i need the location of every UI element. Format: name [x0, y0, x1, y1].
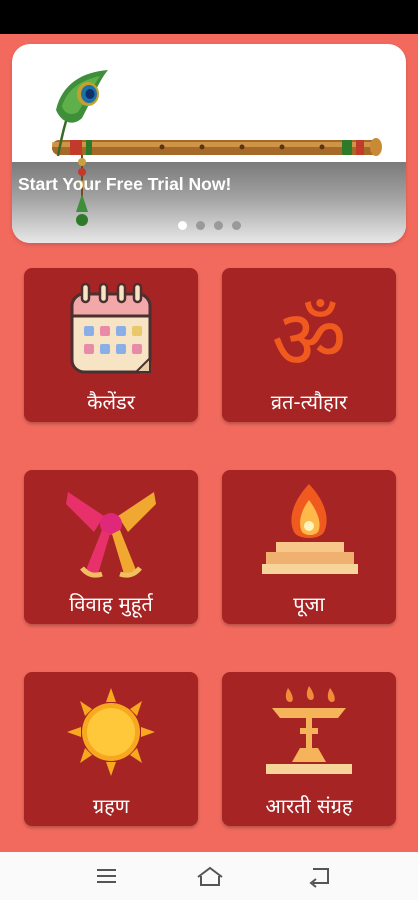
flute-peacock-feather-icon — [52, 70, 382, 226]
tile-calendar[interactable]: कैलेंडर — [24, 268, 198, 422]
back-icon[interactable] — [304, 864, 334, 888]
tile-label: विवाह मुहूर्त — [69, 592, 153, 616]
tile-label: आरती संग्रह — [265, 794, 353, 818]
tile-aarti-collection[interactable]: आरती संग्रह — [222, 672, 396, 826]
carousel-dot[interactable] — [231, 221, 241, 230]
diya-lamp-icon — [266, 686, 352, 774]
carousel-dot[interactable] — [195, 221, 205, 230]
promo-banner[interactable]: Start Your Free Trial Now! — [12, 44, 406, 243]
menu-icon[interactable] — [92, 864, 122, 888]
carousel-dot[interactable] — [213, 221, 223, 230]
tile-wedding-muhurat[interactable]: विवाह मुहूर्त — [24, 470, 198, 624]
tile-label: ग्रहण — [92, 794, 130, 818]
wedding-knot-icon — [66, 492, 156, 578]
puja-fire-icon — [262, 484, 358, 574]
tile-label: व्रत-त्यौहार — [270, 390, 348, 414]
sun-icon — [67, 688, 155, 776]
status-bar — [0, 0, 418, 34]
tile-puja[interactable]: पूजा — [222, 470, 396, 624]
tile-label: पूजा — [293, 592, 325, 616]
om-icon: ॐ — [272, 293, 347, 388]
home-icon[interactable] — [195, 864, 225, 888]
tile-label: कैलेंडर — [87, 390, 135, 414]
calendar-icon — [70, 282, 152, 374]
system-nav-bar — [0, 852, 418, 900]
svg-text:ॐ: ॐ — [272, 293, 347, 388]
carousel-dot-active[interactable] — [177, 221, 187, 230]
tile-eclipse[interactable]: ग्रहण — [24, 672, 198, 826]
carousel-indicator — [12, 221, 406, 233]
banner-caption: Start Your Free Trial Now! — [18, 174, 232, 194]
tile-festivals[interactable]: ॐ व्रत-त्यौहार — [222, 268, 396, 422]
